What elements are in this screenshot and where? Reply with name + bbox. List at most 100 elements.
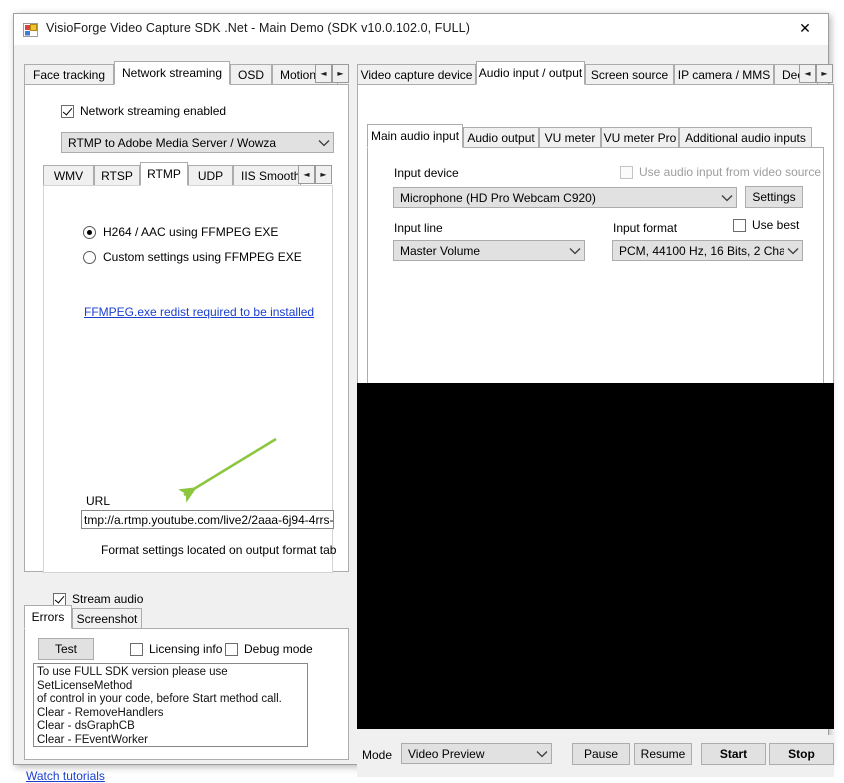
tab-osd[interactable]: OSD [230, 64, 272, 84]
pause-button[interactable]: Pause [572, 743, 630, 765]
use-best-checkbox[interactable]: Use best [733, 218, 799, 232]
left-tabs-scroll-right-button[interactable]: ► [332, 64, 349, 83]
protocol-tabstrip: WMV RTSP RTMP UDP IIS Smooth Strea ◄ [43, 162, 333, 186]
stream-audio-checkbox[interactable]: Stream audio [53, 592, 143, 606]
network-streaming-enabled-checkbox[interactable]: Network streaming enabled [61, 104, 226, 118]
tab-label: WMV [53, 168, 84, 183]
tab-rtmp[interactable]: RTMP [140, 162, 188, 186]
window-title: VisioForge Video Capture SDK .Net - Main… [46, 21, 470, 35]
input-line-label: Input line [394, 221, 443, 235]
log-line: Clear - dsGraphCB [37, 720, 135, 733]
rtmp-mode-custom-radio[interactable]: Custom settings using FFMPEG EXE [83, 250, 302, 264]
right-tabs-scroll-left-button[interactable]: ◄ [799, 64, 816, 83]
tab-udp[interactable]: UDP [188, 165, 233, 185]
stop-button[interactable]: Stop [769, 743, 834, 765]
playback-control-bar: Mode Video Preview Pause Resume Start St… [357, 735, 834, 777]
tab-errors[interactable]: Errors [24, 605, 72, 629]
resume-button[interactable]: Resume [634, 743, 692, 765]
tab-iis-smooth-streaming[interactable]: IIS Smooth Strea [233, 165, 301, 185]
tab-wmv[interactable]: WMV [43, 165, 94, 185]
main-audio-input-page: Input device Use audio input from video … [367, 147, 824, 400]
format-settings-note: Format settings located on output format… [101, 543, 337, 557]
rtmp-url-input[interactable]: tmp://a.rtmp.youtube.com/live2/2aaa-6j94… [81, 510, 334, 529]
radio-label: H264 / AAC using FFMPEG EXE [103, 225, 279, 239]
errors-tabstrip: Errors Screenshot [24, 605, 349, 629]
tab-label: Network streaming [121, 66, 223, 80]
close-button[interactable]: ✕ [782, 14, 828, 44]
chevron-down-icon [784, 247, 802, 255]
tab-screenshot[interactable]: Screenshot [72, 608, 142, 628]
input-device-combobox[interactable]: Microphone (HD Pro Webcam C920) [393, 187, 737, 208]
tab-label: RTSP [101, 168, 133, 183]
client-area: Face tracking Network streaming OSD Moti… [14, 45, 834, 783]
tab-label: Audio output [467, 130, 535, 145]
mode-combobox[interactable]: Video Preview [401, 743, 552, 764]
checkbox-label: Network streaming enabled [80, 104, 227, 118]
debug-mode-checkbox[interactable]: Debug mode [225, 642, 313, 656]
rtmp-settings-panel: H264 / AAC using FFMPEG EXE Custom setti… [43, 185, 337, 573]
tab-label: IIS Smooth Strea [241, 168, 301, 183]
errors-log-listbox[interactable]: To use FULL SDK version please use SetLi… [33, 663, 308, 747]
tab-label: RTMP [147, 167, 181, 181]
app-icon [23, 22, 39, 38]
tab-audio-output[interactable]: Audio output [463, 127, 539, 147]
tab-label: Additional audio inputs [685, 130, 806, 145]
tab-additional-audio-inputs[interactable]: Additional audio inputs [679, 127, 812, 147]
tab-face-tracking[interactable]: Face tracking [24, 64, 114, 84]
ffmpeg-redist-link[interactable]: FFMPEG.exe redist required to be install… [84, 305, 314, 319]
audio-input-output-page: Main audio input Audio output VU meter V… [357, 84, 834, 408]
title-bar: VisioForge Video Capture SDK .Net - Main… [14, 14, 828, 45]
tab-label: Face tracking [32, 67, 106, 82]
mode-value: Video Preview [408, 746, 485, 761]
checkbox-box [733, 218, 746, 232]
tab-audio-input-output[interactable]: Audio input / output [476, 61, 585, 85]
checkbox-box [225, 642, 238, 656]
audio-settings-button[interactable]: Settings [745, 186, 803, 208]
chevron-left-icon: ◄ [804, 68, 811, 78]
close-icon: ✕ [799, 21, 811, 37]
tab-screen-source[interactable]: Screen source [585, 64, 674, 84]
tab-label: Screenshot [76, 611, 138, 626]
video-preview-surface[interactable] [357, 383, 834, 729]
log-line: of control in your code, before Start me… [37, 693, 282, 706]
input-format-combobox[interactable]: PCM, 44100 Hz, 16 Bits, 2 Channel [612, 240, 803, 261]
licensing-info-checkbox[interactable]: Licensing info [130, 642, 222, 656]
tab-network-streaming[interactable]: Network streaming [114, 61, 230, 85]
checkbox-box [61, 104, 74, 118]
rtmp-mode-h264-aac-radio[interactable]: H264 / AAC using FFMPEG EXE [83, 225, 278, 239]
chevron-right-icon: ► [337, 68, 344, 78]
chevron-left-icon: ◄ [320, 68, 327, 78]
use-audio-from-video-source-checkbox[interactable]: Use audio input from video source [620, 165, 821, 179]
left-tabs-scroll-left-button[interactable]: ◄ [315, 64, 332, 83]
protocol-tabs-scroll-left-button[interactable]: ◄ [298, 165, 315, 184]
tab-rtsp[interactable]: RTSP [94, 165, 140, 185]
checkbox-label: Debug mode [244, 642, 313, 656]
chevron-down-icon [718, 194, 736, 202]
checkbox-label: Use audio input from video source [639, 165, 822, 179]
test-button[interactable]: Test [38, 638, 94, 660]
input-device-label: Input device [394, 166, 459, 180]
right-tabs-scroll-right-button[interactable]: ► [816, 64, 833, 83]
radio-dot [83, 225, 96, 239]
input-device-value: Microphone (HD Pro Webcam C920) [400, 190, 596, 205]
tab-ip-camera-mms[interactable]: IP camera / MMS [674, 64, 774, 84]
mode-label: Mode [362, 748, 393, 762]
chevron-down-icon [566, 247, 584, 255]
stream-type-combobox[interactable]: RTMP to Adobe Media Server / Wowza [61, 132, 334, 153]
input-format-label: Input format [613, 221, 678, 235]
right-tabstrip: Video capture device Audio input / outpu… [357, 61, 834, 85]
chevron-down-icon [533, 750, 551, 758]
tab-video-capture-device[interactable]: Video capture device [357, 64, 476, 84]
tab-label: Video capture device [360, 67, 473, 82]
tab-main-audio-input[interactable]: Main audio input [367, 124, 463, 148]
tab-label: VU meter [544, 130, 596, 145]
checkbox-box [620, 165, 633, 179]
input-line-combobox[interactable]: Master Volume [393, 240, 585, 261]
tab-vu-meter-pro[interactable]: VU meter Pro [601, 127, 679, 147]
protocol-tabs-scroll-right-button[interactable]: ► [315, 165, 332, 184]
start-button[interactable]: Start [701, 743, 766, 765]
tab-label: VU meter Pro [603, 130, 677, 145]
checkbox-label: Licensing info [149, 642, 223, 656]
tab-label: Audio input / output [478, 66, 583, 80]
tab-vu-meter[interactable]: VU meter [539, 127, 601, 147]
